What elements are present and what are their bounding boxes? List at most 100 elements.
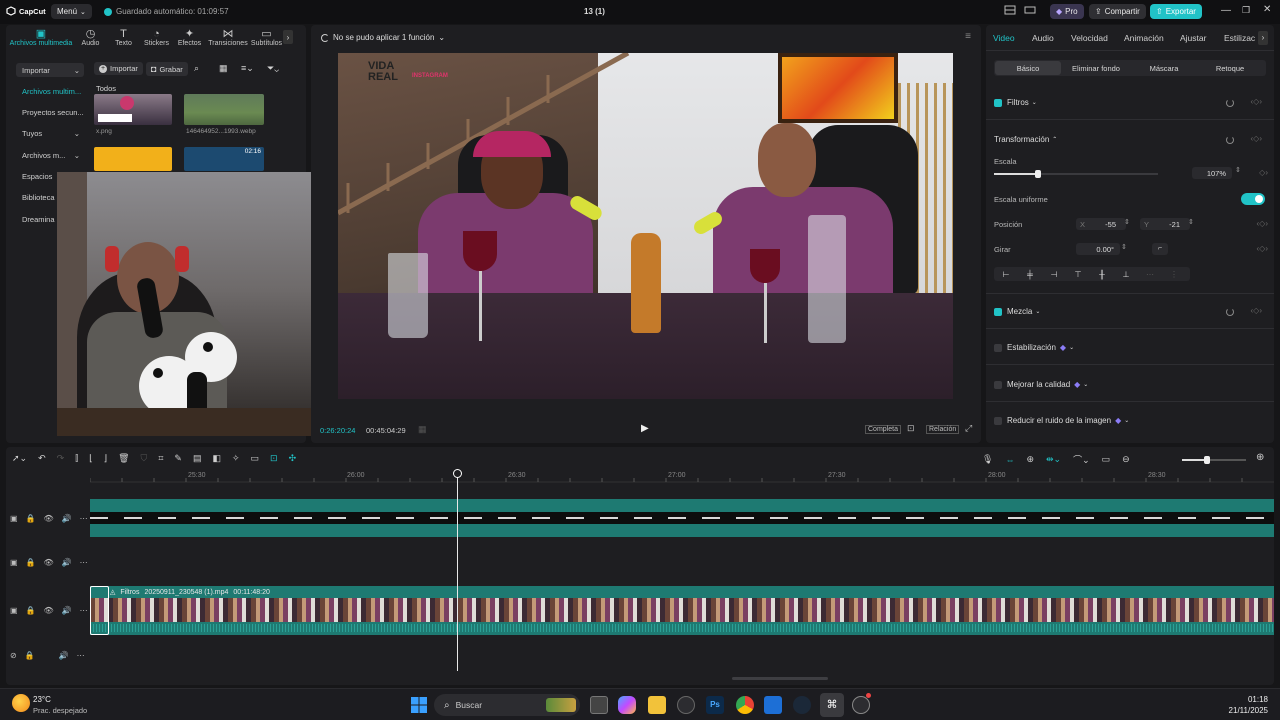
subtab-remove-bg[interactable]: Eliminar fondo — [1061, 64, 1131, 73]
filters-section[interactable]: Filtros ⌄ — [994, 98, 1037, 107]
blend-section[interactable]: Mezcla ⌄ — [994, 307, 1040, 316]
split-icon[interactable]: ⫿ — [75, 453, 78, 464]
denoise-section[interactable]: Reducir el ruido de la imagen ◆ ⌄ — [994, 416, 1129, 425]
uniform-scale-toggle[interactable] — [1241, 193, 1265, 205]
photoshop-icon[interactable]: Ps — [706, 696, 724, 714]
rotate-dial-icon[interactable]: ⌐ — [1152, 243, 1168, 255]
select-tool-icon[interactable]: ➚⌄ — [12, 453, 27, 464]
subtab-mask[interactable]: Máscara — [1131, 64, 1197, 73]
sidebar-item-files[interactable]: Archivos m... ⌄ — [16, 148, 84, 162]
steam-icon[interactable] — [793, 696, 811, 714]
lock-icon[interactable]: 🔒 — [26, 558, 36, 567]
reset-icon[interactable] — [1226, 136, 1234, 144]
keyframe-icon[interactable]: ‹◇› — [1251, 134, 1262, 143]
tab-effects[interactable]: ✦ Efectos — [173, 27, 206, 47]
eye-icon[interactable]: 👁 — [44, 558, 54, 567]
sidebar-item-secondary-projects[interactable]: Proyectos secun... — [16, 105, 84, 119]
sidebar-item-media-files[interactable]: Archivos multim... — [16, 84, 84, 98]
play-icon[interactable]: ▶ — [641, 423, 649, 434]
keyframe-icon[interactable]: ‹◇› — [1251, 97, 1262, 106]
zoom-slider-handle[interactable] — [1204, 456, 1210, 464]
align-center-icon[interactable]: ╪ — [1018, 270, 1042, 279]
preview-axis-icon[interactable]: ⌒⌄ — [1073, 453, 1090, 466]
align-top-icon[interactable]: ⊤ — [1066, 270, 1090, 279]
more-icon[interactable]: ⋯ — [80, 514, 88, 523]
scale-value-input[interactable]: 107% — [1192, 167, 1232, 179]
maximize-icon[interactable]: ❐ — [1242, 5, 1250, 16]
align-middle-icon[interactable]: ╫ — [1090, 270, 1114, 279]
tab-speed[interactable]: Velocidad — [1071, 33, 1108, 43]
pro-badge[interactable]: ◆ Pro — [1050, 4, 1084, 19]
checkbox-unchecked[interactable] — [994, 416, 1002, 425]
more-icon[interactable]: ⋯ — [77, 651, 85, 660]
reset-icon[interactable] — [1226, 308, 1234, 316]
search-icon[interactable]: ⌕ — [194, 63, 199, 74]
align-bottom-icon[interactable]: ⊥ — [1114, 270, 1138, 279]
keyboard-icon[interactable] — [1024, 5, 1036, 15]
subtab-basic[interactable]: Básico — [995, 61, 1061, 75]
stepper-icon[interactable]: ⇕ — [1124, 218, 1130, 226]
clock-date[interactable]: 21/11/2025 — [1218, 706, 1268, 715]
task-view-icon[interactable] — [590, 696, 608, 714]
stepper-icon[interactable]: ⇕ — [1235, 166, 1241, 174]
tab-subtitles[interactable]: ▭ Subtítulos — [250, 27, 283, 47]
keyframe-icon[interactable]: ‹◇› — [1257, 244, 1268, 253]
speaker-icon[interactable]: 🔊 — [62, 514, 72, 523]
mirror-icon[interactable]: ◧ — [212, 453, 221, 464]
layout-icon[interactable] — [1004, 5, 1016, 15]
preview-status[interactable]: No se pudo aplicar 1 función ⌄ — [321, 33, 445, 42]
lock-icon[interactable]: 🔒 — [26, 606, 36, 615]
scale-slider[interactable] — [994, 170, 1158, 178]
playhead-handle[interactable] — [453, 469, 462, 478]
tab-video[interactable]: Video — [993, 33, 1015, 43]
horizontal-scrollbar[interactable] — [732, 677, 828, 680]
clock-time[interactable]: 01:18 — [1240, 695, 1268, 704]
share-button[interactable]: ⇪ Compartir — [1089, 4, 1146, 19]
record-button[interactable]: ◘ Grabar — [146, 62, 188, 76]
grid-view-icon[interactable]: ▦ — [219, 63, 228, 74]
undo-icon[interactable]: ↶ — [38, 453, 46, 464]
split-right-icon[interactable]: ⌋ — [104, 453, 108, 464]
microphone-icon[interactable]: 🎙 — [982, 454, 993, 465]
caption-icon[interactable]: ▭ — [1102, 454, 1111, 465]
tab-audio[interactable]: Audio — [1032, 33, 1054, 43]
media-thumbnail[interactable]: 02:16 — [184, 147, 264, 171]
chrome-icon[interactable] — [736, 696, 754, 714]
obs-icon[interactable] — [852, 696, 870, 714]
magnet-icon[interactable]: ⊕ — [1026, 454, 1034, 465]
keyframe-icon[interactable]: ◇› — [1259, 168, 1268, 177]
playhead[interactable] — [457, 471, 458, 671]
media-thumbnail[interactable] — [184, 94, 264, 125]
tab-transitions[interactable]: ⋈ Transiciones — [206, 27, 250, 47]
search-box[interactable]: ⌕ Buscar — [434, 694, 580, 716]
close-icon[interactable]: ✕ — [1263, 4, 1271, 15]
zoom-slider[interactable] — [1182, 456, 1246, 464]
sidebar-item-import[interactable]: Importar ⌄ — [16, 63, 84, 77]
tab-audio[interactable]: ◷ Audio — [74, 27, 107, 47]
more-icon[interactable]: ⋯ — [80, 606, 88, 615]
keyframe-icon[interactable]: ‹◇› — [1257, 219, 1268, 228]
position-y-input[interactable]: Y -21 — [1140, 218, 1190, 230]
checkbox-unchecked[interactable] — [994, 380, 1002, 389]
tab-animation[interactable]: Animación — [1124, 33, 1164, 43]
chevron-right-icon[interactable]: › — [1258, 31, 1268, 45]
tab-stylize[interactable]: Estilizac — [1224, 33, 1255, 43]
lock-icon[interactable]: 🔒 — [26, 514, 36, 523]
media-thumbnail[interactable] — [94, 94, 172, 125]
file-explorer-icon[interactable] — [648, 696, 666, 714]
eye-icon[interactable]: 👁 — [44, 606, 54, 615]
ai-crop-icon[interactable]: ⊡ — [270, 453, 278, 464]
menu-lines-icon[interactable]: ≡ — [965, 31, 971, 42]
rotate-value-input[interactable]: 0.00° — [1076, 243, 1120, 255]
app-icon[interactable] — [677, 696, 695, 714]
subtab-retouch[interactable]: Retoque — [1197, 64, 1263, 73]
focus-icon[interactable]: ⊡ — [907, 423, 915, 434]
checkbox-checked[interactable] — [994, 307, 1002, 316]
more-icon[interactable]: ⋯ — [80, 558, 88, 567]
speaker-icon[interactable]: 🔊 — [59, 651, 69, 660]
weather-sun-icon[interactable] — [12, 694, 30, 712]
filter-icon[interactable]: ⏷⌄ — [267, 63, 279, 74]
track-clip[interactable] — [90, 499, 1274, 537]
crop-icon[interactable]: ⌗ — [158, 453, 163, 464]
scale-slider-handle[interactable] — [1035, 170, 1042, 178]
